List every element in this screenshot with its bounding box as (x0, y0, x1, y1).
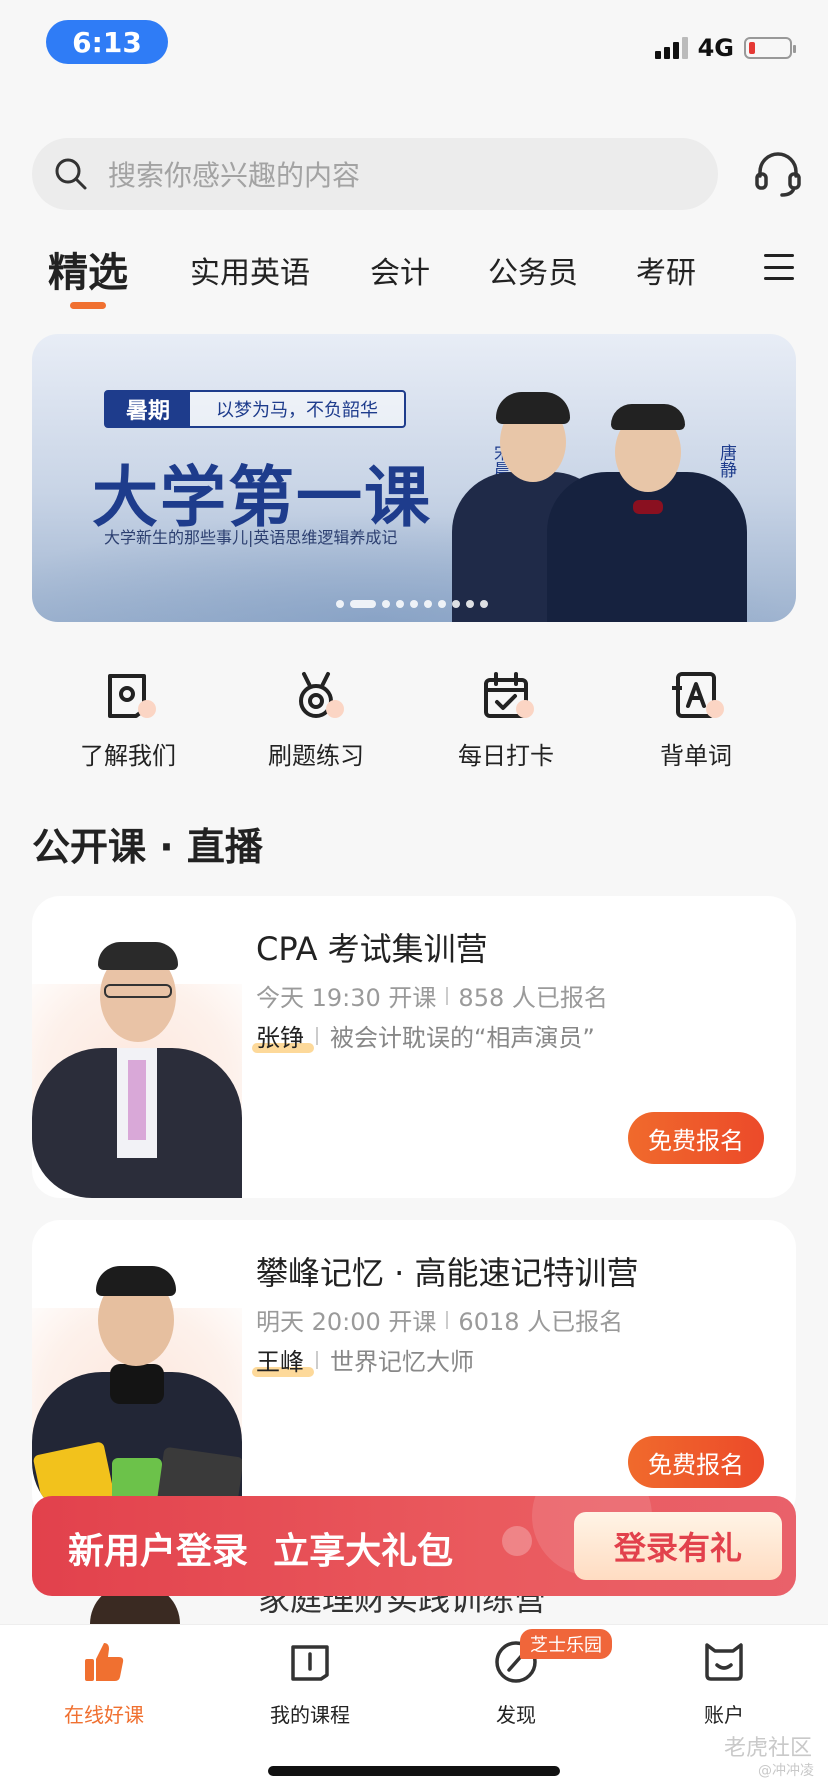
tab-civil-servant[interactable]: 公务员 (488, 248, 578, 292)
carousel-dots (336, 600, 488, 608)
banner-tag: 暑期 以梦为马，不负韶华 (104, 390, 407, 428)
course-time: 今天 19:30 开课 (256, 984, 437, 1012)
watermark-handle: @冲冲凌 (758, 1763, 814, 1779)
search-bar[interactable]: 搜索你感兴趣的内容 (32, 138, 718, 210)
course-title: CPA 考试集训营 (256, 930, 488, 968)
course-enrolled: 858 人已报名 (458, 984, 608, 1012)
course-teacher: 王峰 世界记忆大师 (252, 1342, 474, 1377)
carousel-dot[interactable] (396, 600, 404, 608)
promo-banner[interactable]: 暑期 以梦为马，不负韶华 大学第一课 大学新生的那些事儿|英语思维逻辑养成记 宋… (32, 334, 796, 622)
signal-icon (654, 37, 688, 59)
category-tabs: 精选 实用英语 会计 公务员 考研 (0, 230, 828, 310)
teacher-description: 被会计耽误的“相声演员” (330, 1024, 595, 1052)
carousel-dot[interactable] (410, 600, 418, 608)
nav-label: 在线好课 (64, 1703, 144, 1727)
status-time: 6:13 (46, 20, 168, 64)
course-meta: 今天 19:30 开课 858 人已报名 (256, 978, 608, 1013)
quick-nav-vocabulary[interactable]: 背单词 (626, 668, 766, 771)
quick-nav-label: 刷题练习 (268, 742, 364, 770)
search-icon (55, 158, 87, 190)
carousel-dot[interactable] (480, 600, 488, 608)
free-signup-button[interactable]: 免费报名 (628, 1112, 764, 1164)
network-type: 4G (697, 34, 734, 62)
customer-service-icon[interactable] (752, 148, 804, 200)
account-icon (705, 1643, 743, 1681)
teacher-description: 世界记忆大师 (330, 1348, 474, 1376)
carousel-dot[interactable] (452, 600, 460, 608)
carousel-dot[interactable] (382, 600, 390, 608)
teacher-name: 张铮 (252, 1018, 314, 1053)
course-card[interactable]: CPA 考试集训营 今天 19:30 开课 858 人已报名 张铮 被会计耽误的“相… (32, 896, 796, 1198)
nav-my-courses[interactable]: 我的课程 (240, 1639, 380, 1728)
nav-label: 我的课程 (270, 1703, 350, 1727)
carousel-dot[interactable] (424, 600, 432, 608)
course-teacher: 张铮 被会计耽误的“相声演员” (252, 1018, 595, 1053)
teacher-photo-right (547, 372, 747, 622)
menu-icon[interactable] (764, 254, 794, 280)
book-icon (291, 1645, 329, 1681)
watermark: 老虎社区 (723, 1736, 812, 1761)
teacher-photo (32, 1252, 242, 1522)
quick-nav-practice[interactable]: 刷题练习 (246, 668, 386, 771)
promo-text: 新用户登录 立享大礼包 (68, 1531, 454, 1572)
banner-tag-label: 暑期 (106, 392, 191, 426)
banner-slogan: 以梦为马，不负韶华 (216, 400, 379, 421)
battery-icon (744, 37, 796, 59)
status-indicators: 4G (654, 34, 796, 62)
tab-featured[interactable]: 精选 (48, 240, 128, 298)
carousel-dot[interactable] (466, 600, 474, 608)
app-screen: 6:13 4G 搜索你感兴趣的内容 精选 实用英语 会计 公务员 考研 暑期 以… (0, 0, 828, 1792)
course-time: 明天 20:00 开课 (256, 1308, 437, 1336)
carousel-dot[interactable] (438, 600, 446, 608)
tab-postgraduate[interactable]: 考研 (636, 248, 696, 292)
quick-nav-daily-checkin[interactable]: 每日打卡 (436, 668, 576, 771)
tab-accounting[interactable]: 会计 (370, 248, 430, 292)
nav-online-courses[interactable]: 在线好课 (34, 1639, 174, 1728)
course-card[interactable]: 攀峰记忆 · 高能速记特训营 明天 20:00 开课 6018 人已报名 王峰 世界… (32, 1220, 796, 1522)
quick-nav-about-us[interactable]: 了解我们 (58, 668, 198, 771)
carousel-dot[interactable] (336, 600, 344, 608)
quick-nav-label: 了解我们 (80, 742, 176, 770)
new-user-promo-banner[interactable]: 新用户登录 立享大礼包 登录有礼 (32, 1496, 796, 1596)
thumbs-up-icon (85, 1643, 124, 1681)
course-title: 攀峰记忆 · 高能速记特训营 (256, 1254, 639, 1292)
banner-subtitle: 大学新生的那些事儿|英语思维逻辑养成记 (104, 528, 398, 547)
active-tab-indicator (70, 302, 106, 309)
course-enrolled: 6018 人已报名 (458, 1308, 624, 1336)
discover-badge: 芝士乐园 (520, 1629, 612, 1659)
quick-nav-label: 背单词 (660, 742, 732, 770)
search-placeholder: 搜索你感兴趣的内容 (108, 159, 361, 192)
course-meta: 明天 20:00 开课 6018 人已报名 (256, 1302, 623, 1337)
teacher-photo (32, 928, 242, 1198)
quick-nav-label: 每日打卡 (458, 742, 554, 770)
tab-practical-english[interactable]: 实用英语 (190, 248, 310, 292)
teacher-name: 王峰 (252, 1342, 314, 1377)
carousel-dot[interactable] (350, 600, 376, 608)
section-title: 公开课 · 直播 (32, 825, 263, 869)
nav-label: 账户 (704, 1703, 744, 1727)
home-indicator (268, 1766, 560, 1776)
nav-label: 发现 (496, 1703, 536, 1727)
nav-account[interactable]: 账户 (654, 1639, 794, 1728)
login-gift-button[interactable]: 登录有礼 (574, 1512, 782, 1580)
free-signup-button[interactable]: 免费报名 (628, 1436, 764, 1488)
